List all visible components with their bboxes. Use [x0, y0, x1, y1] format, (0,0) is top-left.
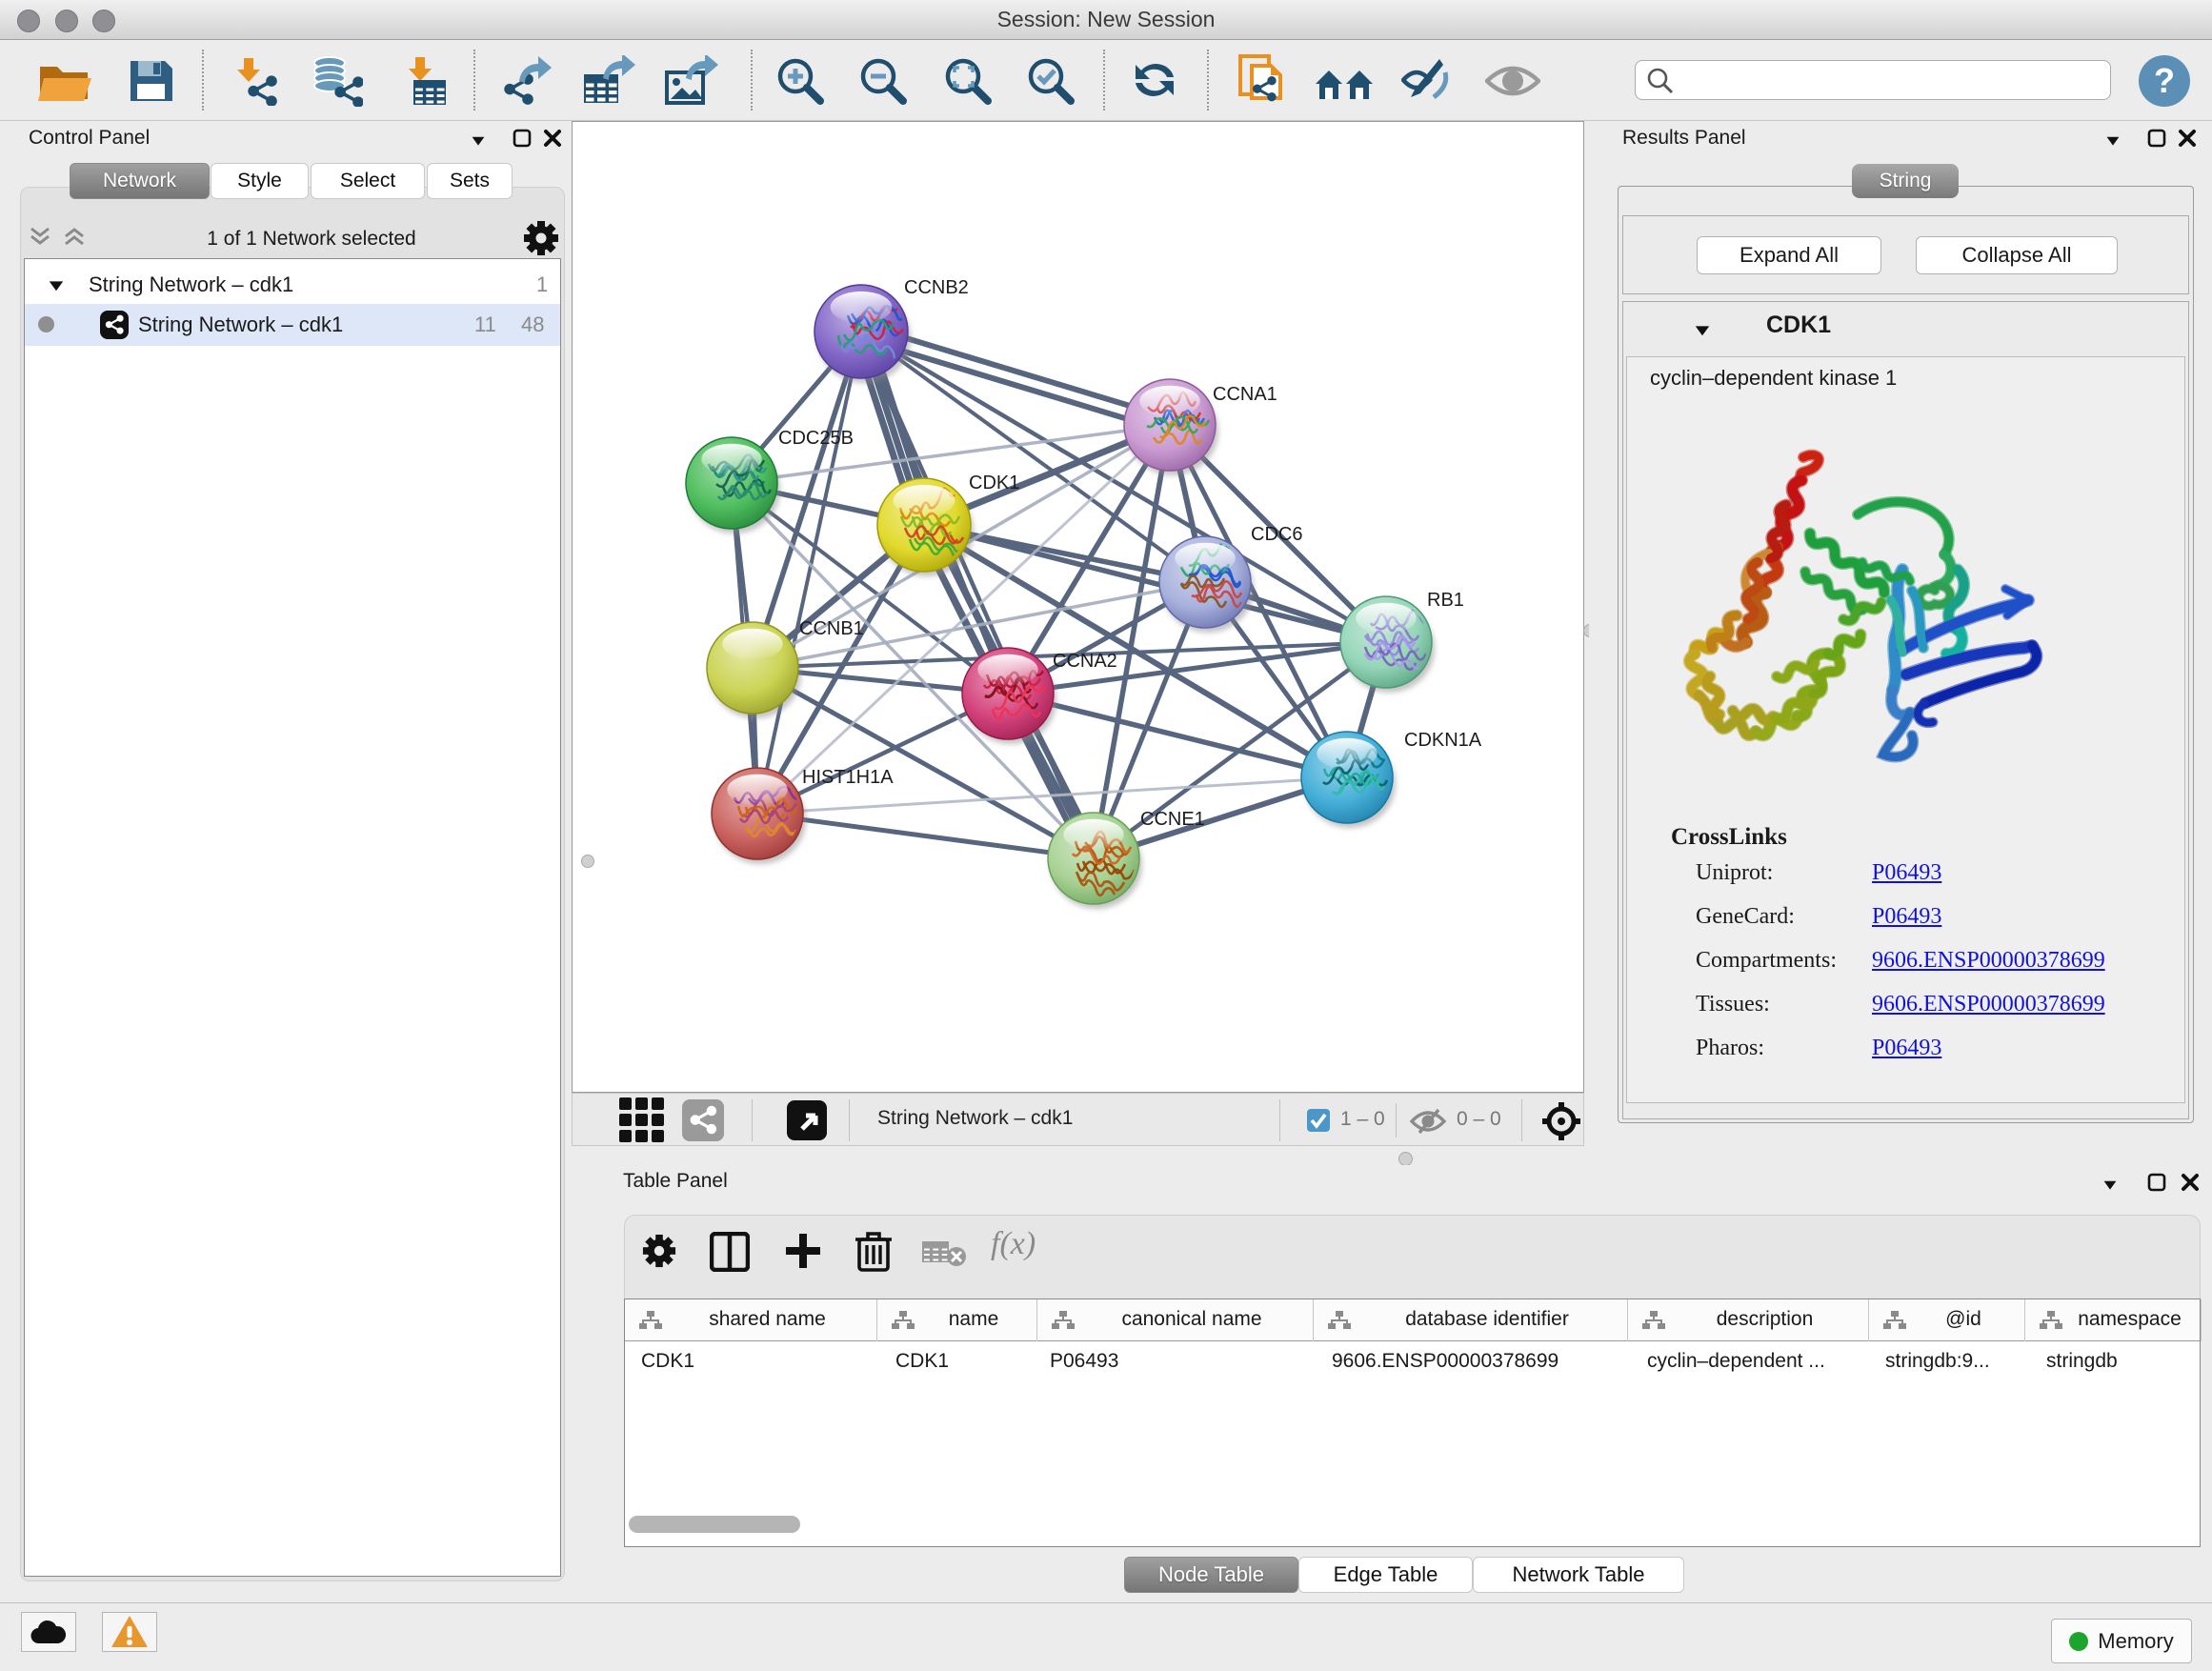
svg-text:CDC25B: CDC25B: [778, 428, 854, 449]
svg-text:HIST1H1A: HIST1H1A: [802, 767, 894, 788]
svg-text:CCNB2: CCNB2: [904, 277, 969, 298]
svg-text:CDKN1A: CDKN1A: [1404, 730, 1482, 751]
svg-text:CCNB1: CCNB1: [799, 618, 864, 639]
svg-text:CDC6: CDC6: [1251, 524, 1302, 545]
svg-text:RB1: RB1: [1427, 590, 1464, 611]
svg-text:CCNE1: CCNE1: [1140, 809, 1205, 830]
svg-text:?: ?: [2154, 61, 2175, 100]
svg-text:CCNA1: CCNA1: [1213, 384, 1277, 405]
svg-text:CDK1: CDK1: [969, 473, 1019, 493]
svg-text:CCNA2: CCNA2: [1053, 651, 1117, 672]
